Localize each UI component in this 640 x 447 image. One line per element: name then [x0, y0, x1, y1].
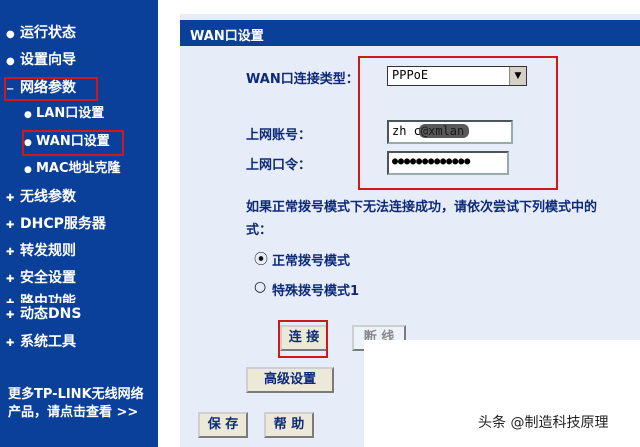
- save-button[interactable]: 保 存: [198, 412, 248, 438]
- bullet-icon: ●: [6, 56, 15, 67]
- page-title: WAN口设置: [190, 29, 264, 44]
- radio-special-label: 特殊拨号模式1: [272, 284, 360, 299]
- radio-normal-label: 正常拨号模式: [272, 254, 351, 269]
- sidebar-item-dhcp[interactable]: ✚ DHCP服务器: [6, 215, 106, 235]
- sidebar-item-wizard[interactable]: ● 设置向导: [6, 51, 76, 71]
- sidebar-item-status[interactable]: ● 运行状态: [6, 24, 76, 44]
- highlight-box-wan: [22, 130, 124, 156]
- sidebar-item-security[interactable]: ✚ 安全设置: [6, 269, 76, 289]
- radio-normal-dial[interactable]: ⦿: [254, 249, 268, 269]
- sidebar-item-system-tools[interactable]: ✚ 系统工具: [6, 333, 76, 353]
- sidebar-item-lan[interactable]: ● LAN口设置: [24, 105, 104, 124]
- help-button[interactable]: 帮 助: [264, 412, 314, 438]
- bullet-icon: ●: [24, 110, 32, 120]
- advanced-settings-button[interactable]: 高级设置: [246, 367, 334, 393]
- plus-icon: ✚: [6, 295, 20, 303]
- more-products-line2: 产品，请点击查看 >>: [8, 405, 139, 420]
- sidebar-item-mac-clone[interactable]: ● MAC地址克隆: [24, 160, 121, 179]
- title-bar: WAN口设置: [180, 20, 640, 46]
- highlight-box-connect: [278, 320, 328, 358]
- bullet-icon: ●: [24, 165, 32, 175]
- plus-icon: ✚: [6, 310, 15, 321]
- highlight-box-network: [4, 77, 98, 101]
- more-products-line1: 更多TP-LINK无线网络: [8, 387, 144, 402]
- sidebar-item-wireless[interactable]: ✚ 无线参数: [6, 188, 76, 208]
- hint-text-line2: 式：: [246, 223, 273, 238]
- plus-icon: ✚: [6, 193, 15, 204]
- account-label: 上网账号：: [246, 128, 312, 143]
- watermark-text: 头条 @制造科技原理: [478, 415, 609, 431]
- sidebar-item-routing[interactable]: ✚路由功能: [6, 293, 76, 303]
- bullet-icon: ●: [6, 29, 15, 40]
- radio-special-dial[interactable]: ○: [254, 279, 266, 295]
- conn-type-label: WAN口连接类型：: [246, 72, 359, 87]
- plus-icon: ✚: [6, 338, 15, 349]
- hint-text-line1: 如果正常拨号模式下无法连接成功，请依次尝试下列模式中的: [246, 200, 598, 215]
- plus-icon: ✚: [6, 247, 15, 258]
- more-products-link[interactable]: 更多TP-LINK无线网络 产品，请点击查看 >>: [8, 386, 144, 422]
- password-label: 上网口令：: [246, 158, 312, 173]
- sidebar-item-forwarding[interactable]: ✚ 转发规则: [6, 242, 76, 262]
- main-content: WAN口设置 WAN口连接类型： PPPoE ▼ 上网账号： zh c@xmla…: [158, 0, 640, 447]
- sidebar-nav: ● 运行状态 ● 设置向导 − 网络参数 ● LAN口设置 ● WAN口设置 ● MAC地址…: [0, 0, 158, 447]
- highlight-box-credentials: [358, 56, 558, 190]
- plus-icon: ✚: [6, 274, 15, 285]
- plus-icon: ✚: [6, 220, 15, 231]
- sidebar-item-ddns[interactable]: ✚ 动态DNS: [6, 305, 81, 325]
